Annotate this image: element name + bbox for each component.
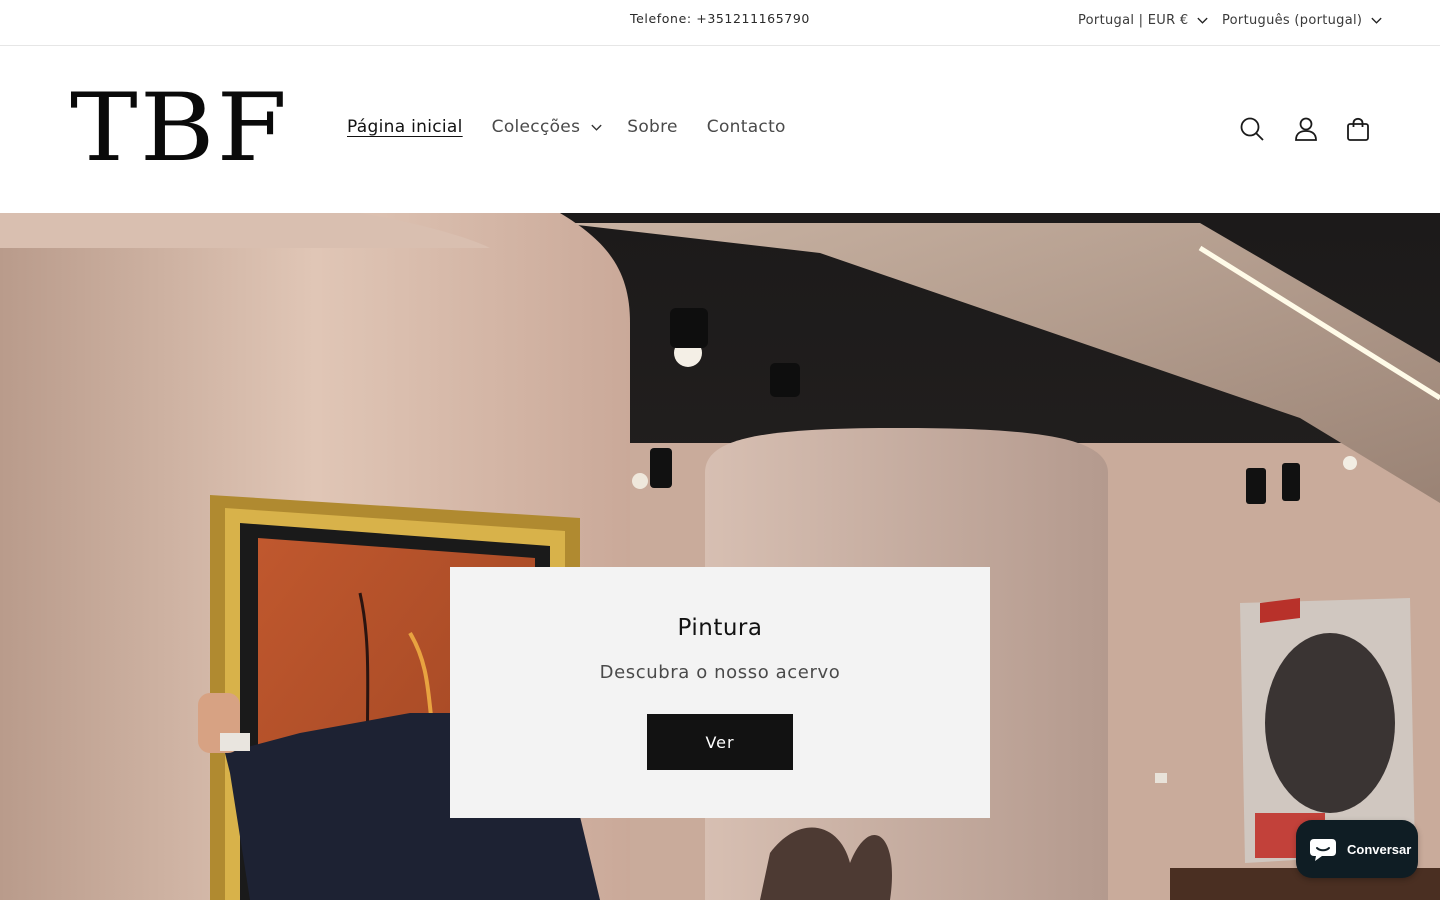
chat-widget-button[interactable]: Conversar (1296, 820, 1418, 878)
chevron-down-icon (591, 124, 602, 131)
account-icon[interactable] (1292, 115, 1320, 143)
main-nav: Página inicial Colecções Sobre Contacto (347, 117, 786, 137)
chevron-down-icon (1197, 17, 1209, 24)
country-selector-label: Portugal | EUR € (1078, 13, 1189, 28)
hero-content-box: Pintura Descubra o nosso acervo Ver (450, 567, 990, 818)
chevron-down-icon (1371, 17, 1382, 24)
header-icons (1238, 115, 1371, 143)
country-selector[interactable]: Portugal | EUR € (1078, 13, 1209, 28)
hero-view-button[interactable]: Ver (647, 714, 793, 770)
logo[interactable]: TBF (70, 79, 289, 179)
nav-item-contact[interactable]: Contacto (707, 117, 786, 137)
announcement-bar: Telefone: +351211165790 Portugal | EUR €… (0, 0, 1440, 46)
cart-icon[interactable] (1345, 116, 1371, 142)
chat-label: Conversar (1347, 841, 1412, 857)
search-icon[interactable] (1238, 115, 1266, 143)
nav-item-collections-label: Colecções (491, 117, 581, 137)
language-selector[interactable]: Português (portugal) (1222, 13, 1383, 28)
nav-item-home[interactable]: Página inicial (347, 117, 463, 137)
chat-bubble-icon (1310, 839, 1336, 861)
hero-title: Pintura (677, 615, 763, 641)
nav-item-about[interactable]: Sobre (627, 117, 678, 137)
hero-subtitle: Descubra o nosso acervo (599, 662, 841, 683)
site-header: TBF Página inicial Colecções Sobre Conta… (0, 47, 1440, 213)
language-selector-label: Português (portugal) (1222, 13, 1363, 28)
nav-item-collections[interactable]: Colecções (492, 117, 604, 137)
hero-banner: Pintura Descubra o nosso acervo Ver (0, 213, 1440, 900)
